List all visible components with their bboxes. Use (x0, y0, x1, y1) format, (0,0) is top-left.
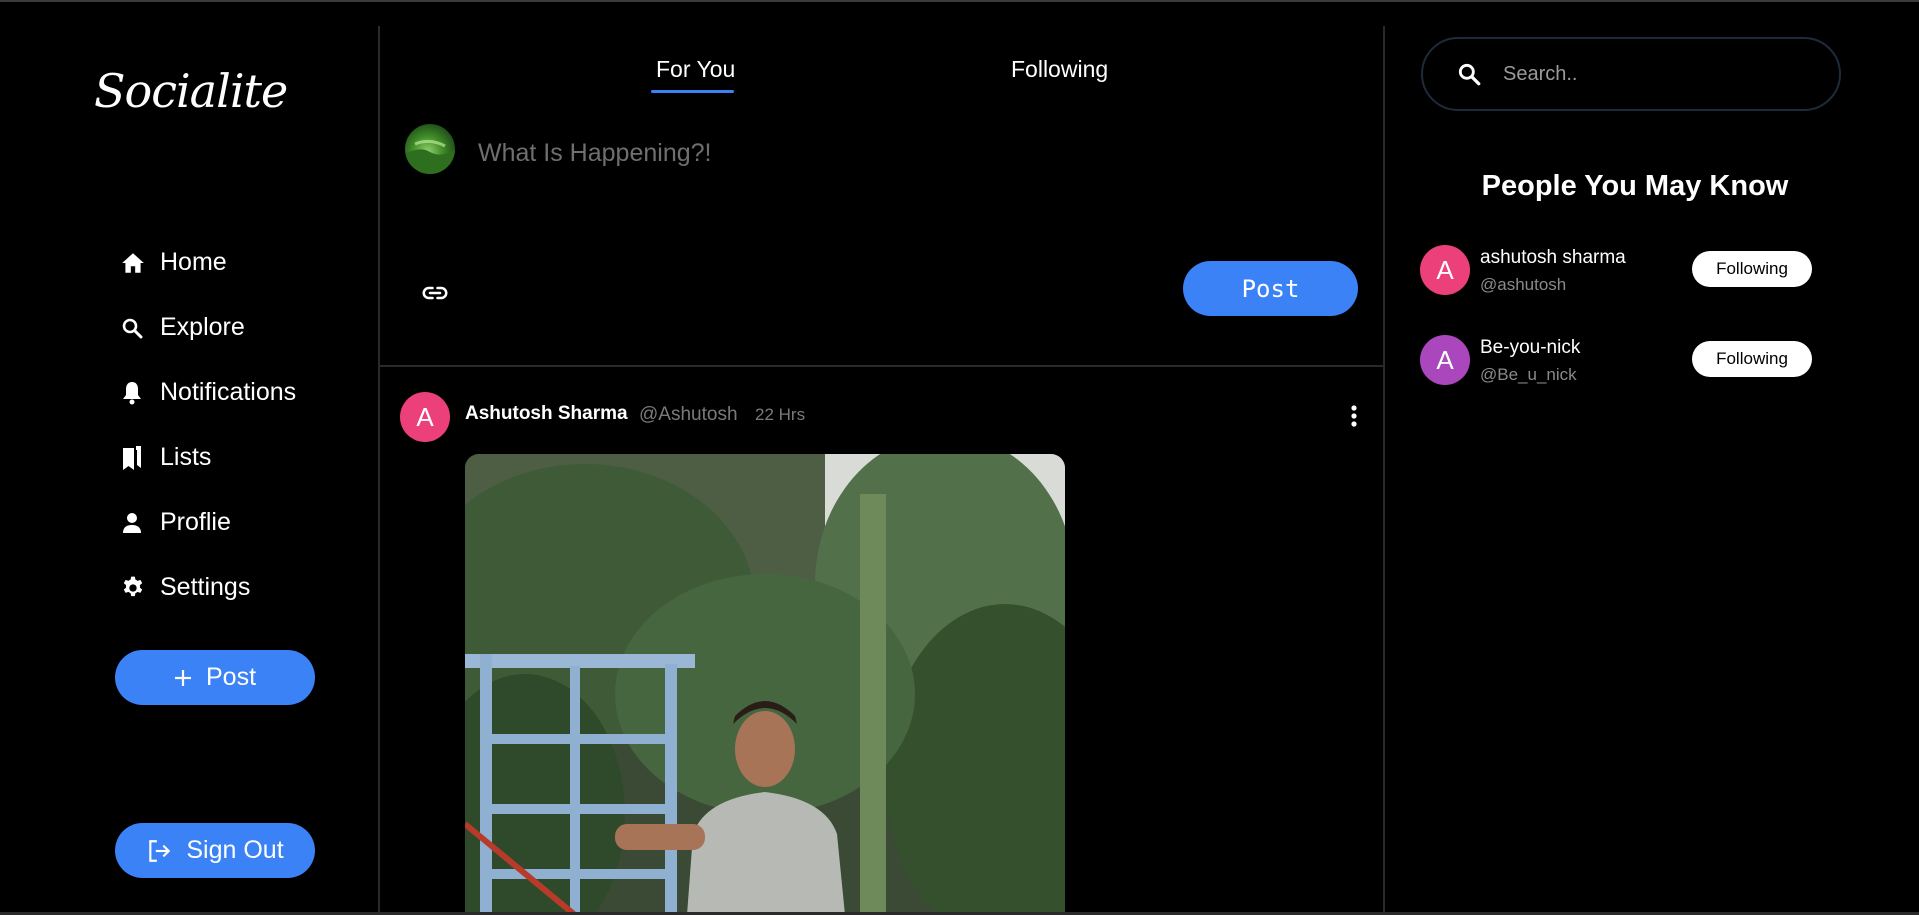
sign-out-icon (146, 838, 172, 864)
sign-out-button[interactable]: Sign Out (115, 823, 315, 878)
plus-icon (174, 669, 192, 687)
feed-column: For You Following Post A Ashutosh Sharma… (380, 2, 1383, 915)
tab-following[interactable]: Following (1011, 56, 1108, 83)
post-author-avatar[interactable]: A (400, 392, 450, 442)
suggested-user: A ashutosh sharma @ashutosh Following (1420, 245, 1840, 297)
post-timestamp: 22 Hrs (755, 405, 806, 424)
sidebar-item-profile[interactable]: Proflie (120, 490, 296, 555)
main-nav: Home Explore Notifications Lists Proflie (120, 230, 296, 620)
sign-out-label: Sign Out (186, 836, 284, 864)
sidebar-item-label: Settings (160, 573, 251, 601)
following-button[interactable]: Following (1692, 341, 1812, 377)
suggested-user-handle: @Be_u_nick (1480, 365, 1577, 384)
avatar[interactable]: A (1420, 245, 1470, 295)
tab-for-you[interactable]: For You (656, 56, 735, 83)
sidebar-post-button[interactable]: Post (115, 650, 315, 705)
person-icon (120, 509, 160, 537)
right-column: People You May Know A ashutosh sharma @a… (1385, 2, 1919, 915)
home-icon (120, 249, 160, 277)
search-input[interactable] (1503, 62, 1803, 86)
following-button[interactable]: Following (1692, 251, 1812, 287)
sidebar-item-label: Explore (160, 313, 245, 341)
gear-icon (120, 574, 160, 602)
composer-post-button[interactable]: Post (1183, 261, 1358, 316)
link-icon[interactable] (420, 278, 450, 308)
sidebar-item-label: Notifications (160, 378, 297, 406)
app-logo[interactable]: Socialite (94, 64, 288, 118)
sidebar-item-lists[interactable]: Lists (120, 425, 296, 490)
suggested-user: A Be-you-nick @Be_u_nick Following (1420, 335, 1840, 387)
search-icon (120, 314, 160, 342)
avatar[interactable]: A (1420, 335, 1470, 385)
sidebar-post-label: Post (205, 663, 257, 691)
sidebar-item-label: Proflie (160, 508, 231, 536)
sidebar-item-notifications[interactable]: Notifications (120, 360, 296, 425)
composer-divider (380, 365, 1383, 367)
post-author-handle: @Ashutosh (639, 404, 738, 425)
suggested-user-name[interactable]: Be-you-nick (1480, 337, 1580, 359)
post-image[interactable] (465, 454, 1065, 915)
suggested-user-name[interactable]: ashutosh sharma (1480, 247, 1626, 269)
composer-avatar (405, 124, 455, 174)
sidebar-item-explore[interactable]: Explore (120, 295, 296, 360)
suggested-user-handle: @ashutosh (1480, 275, 1567, 294)
more-options-icon[interactable] (1344, 403, 1364, 429)
post-author-name[interactable]: Ashutosh Sharma (465, 403, 628, 425)
search-bar[interactable] (1421, 37, 1841, 111)
bell-icon (120, 379, 160, 407)
people-you-may-know-title: People You May Know (1481, 170, 1789, 202)
sidebar-item-label: Lists (160, 443, 212, 471)
left-sidebar: Socialite Home Explore Notifications Lis… (0, 2, 378, 915)
active-tab-indicator (651, 90, 734, 93)
bookmarks-icon (120, 444, 160, 472)
sidebar-item-label: Home (160, 248, 227, 276)
sidebar-item-settings[interactable]: Settings (120, 555, 296, 620)
sidebar-item-home[interactable]: Home (120, 230, 296, 295)
search-icon (1456, 60, 1484, 88)
composer-input[interactable] (478, 133, 1178, 173)
